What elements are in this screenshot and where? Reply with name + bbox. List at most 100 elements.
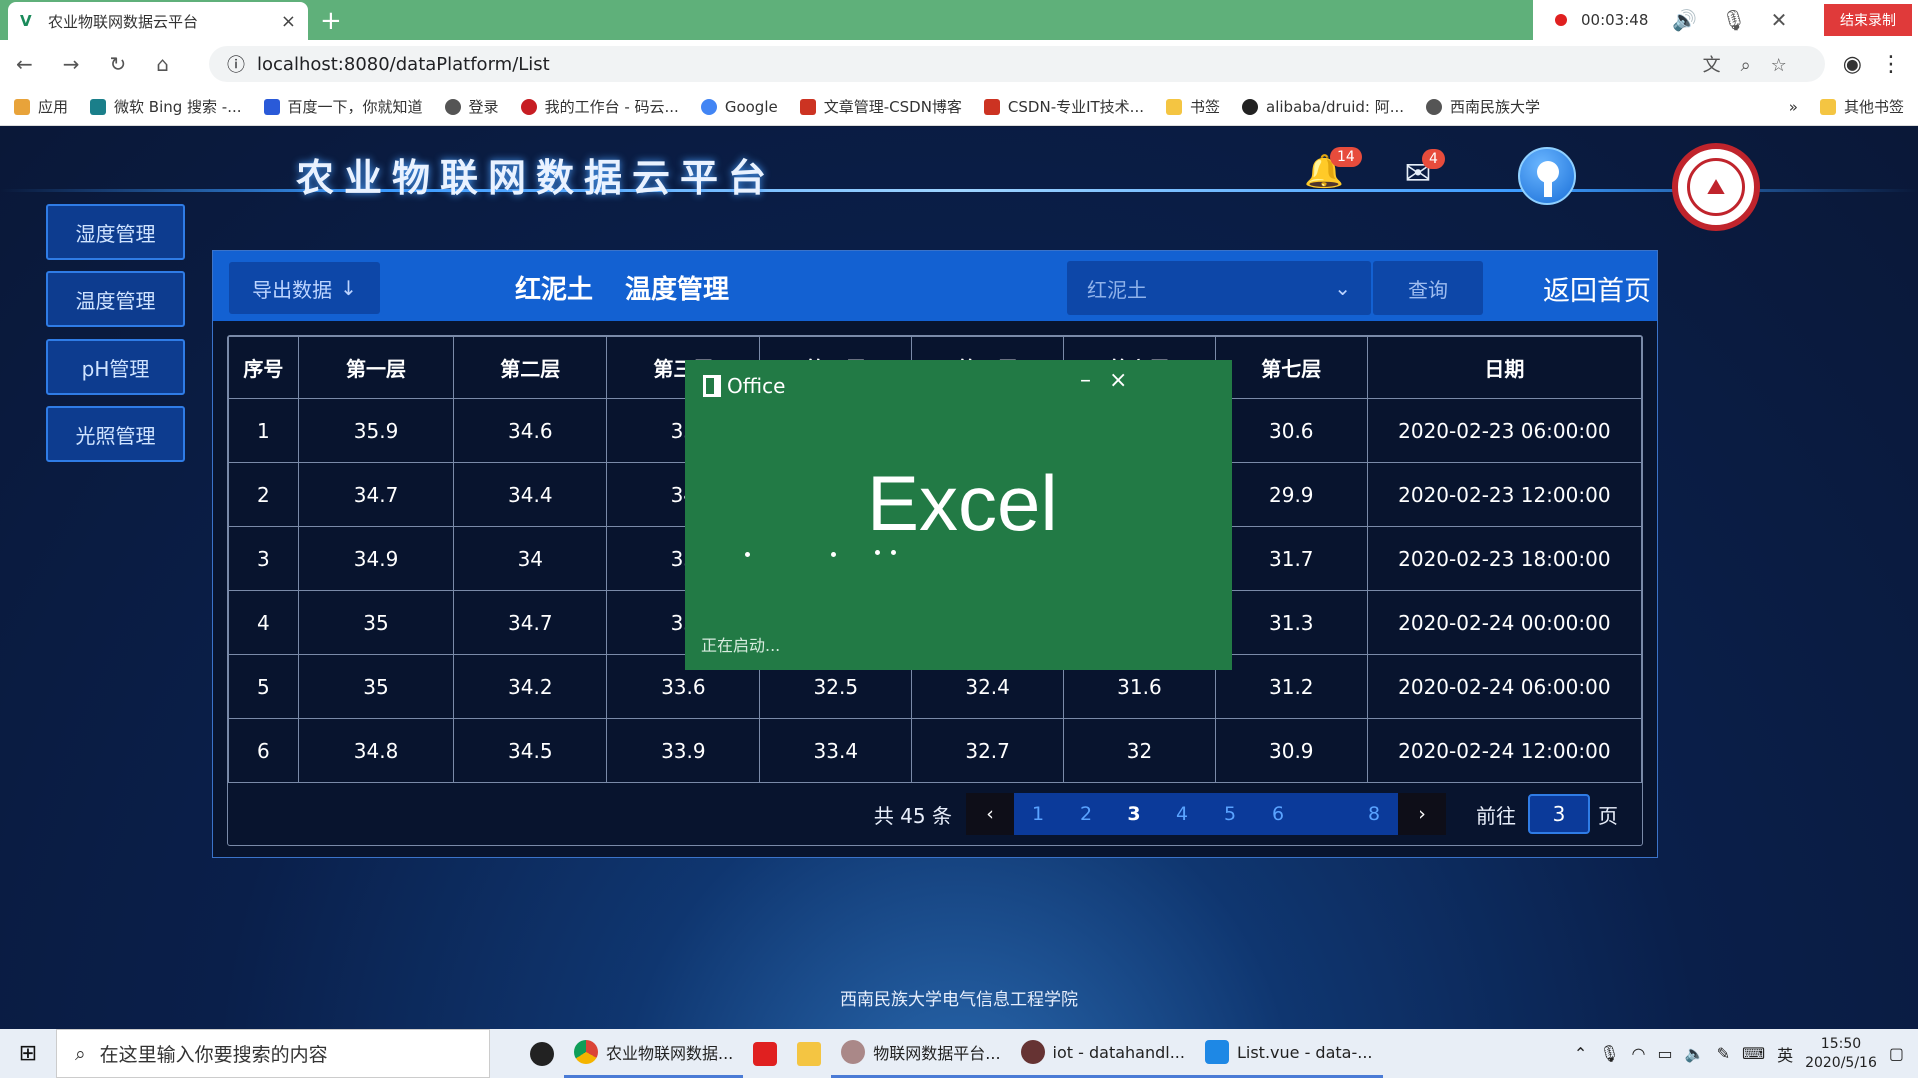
bookmark-item[interactable]: 我的工作台 - 码云... — [520, 96, 679, 117]
file-explorer-app[interactable] — [787, 1029, 831, 1078]
translate-icon[interactable]: 文 — [1703, 55, 1741, 76]
taskbar-app-idea[interactable]: iot - datahandl... — [1010, 1029, 1195, 1078]
sidebar-item-light[interactable]: 光照管理 — [46, 406, 185, 462]
tab-close-icon[interactable]: × — [281, 11, 296, 32]
system-clock[interactable]: 15:50 2020/5/16 — [1805, 1035, 1877, 1073]
table-cell: 31.3 — [1214, 590, 1368, 655]
taskbar-app-vscode[interactable]: List.vue - data-... — [1194, 1029, 1383, 1078]
zoom-icon[interactable]: ⌕ — [1741, 55, 1771, 76]
new-tab-button[interactable]: + — [320, 6, 342, 36]
bookmark-item[interactable]: 百度一下，你就知道 — [263, 96, 423, 117]
taskbar-app-iot-platform[interactable]: 物联网数据平台... — [831, 1029, 1011, 1078]
bookmark-item[interactable]: 微软 Bing 搜索 -... — [90, 96, 242, 117]
page-jump-input[interactable]: 3 — [1528, 794, 1590, 834]
page-button[interactable]: 5 — [1206, 793, 1254, 835]
microphone-icon[interactable]: 🎙 — [1599, 1044, 1619, 1063]
volume-icon[interactable]: 🔈 — [1685, 1044, 1705, 1063]
table-cell: 2020-02-23 18:00:00 — [1366, 526, 1643, 591]
close-icon[interactable]: ✕ — [1771, 8, 1788, 32]
export-data-button[interactable]: 导出数据 ↓ — [229, 262, 380, 314]
table-cell: 3 — [228, 526, 299, 591]
bookmark-item[interactable]: 西南民族大学 — [1426, 96, 1540, 117]
back-icon[interactable]: ← — [16, 52, 33, 76]
start-button[interactable]: ⊞ — [0, 1029, 56, 1078]
youdao-app[interactable] — [743, 1029, 787, 1078]
pagination: 共 45 条 ‹ 1234568 › 前往 3 页 — [228, 783, 1642, 845]
search-icon: ⌕ — [75, 1042, 86, 1065]
wifi-icon[interactable]: ◠ — [1632, 1044, 1646, 1063]
page-button[interactable]: 4 — [1158, 793, 1206, 835]
record-dot-icon — [1555, 14, 1567, 26]
avatar[interactable] — [1518, 147, 1576, 205]
sidebar-item-ph[interactable]: pH管理 — [46, 339, 185, 395]
bookmark-item[interactable]: 文章管理-CSDN博客 — [799, 96, 962, 117]
table-cell: 35.9 — [297, 398, 455, 463]
page-list: 123456 8 — [1014, 793, 1398, 835]
taskbar-app-chrome[interactable]: 农业物联网数据... — [564, 1029, 744, 1078]
page-title: 农业物联网数据云平台 — [296, 156, 777, 200]
stop-recording-button[interactable]: 结束录制 — [1824, 4, 1912, 36]
bookmark-item[interactable]: CSDN-专业IT技术... — [983, 96, 1144, 117]
minimize-button[interactable]: – — [1080, 368, 1091, 393]
forward-icon[interactable]: → — [63, 52, 80, 76]
table-cell: 34.4 — [453, 462, 608, 527]
next-page-button[interactable]: › — [1398, 793, 1446, 835]
page-button[interactable]: 3 — [1110, 793, 1158, 835]
url-actions: 文⌕☆ — [1703, 51, 1807, 77]
goto-label: 前往 — [1476, 803, 1516, 828]
home-icon[interactable]: ⌂ — [156, 52, 169, 76]
url-input[interactable]: ⓘ localhost:8080/dataPlatform/List 文⌕☆ — [209, 46, 1825, 82]
notifications-icon[interactable]: ▢ — [1889, 1044, 1904, 1063]
other-bookmarks[interactable]: 其他书签 — [1819, 96, 1904, 117]
soil-type-select[interactable]: 红泥土 ⌄ — [1067, 261, 1371, 315]
table-cell: 34.5 — [453, 718, 608, 783]
apps-grid-icon — [14, 98, 30, 115]
sidebar-item-humidity[interactable]: 湿度管理 — [46, 204, 185, 260]
mail-badge: 4 — [1422, 149, 1445, 169]
prev-page-button[interactable]: ‹ — [966, 793, 1014, 835]
page-unit-label: 页 — [1598, 803, 1618, 828]
ime-indicator[interactable]: 英 — [1777, 1042, 1793, 1066]
bookmark-item[interactable]: 应用 — [14, 96, 68, 117]
office-logo-icon — [703, 375, 721, 397]
info-icon[interactable]: ⓘ — [227, 51, 245, 77]
pen-icon[interactable]: ✎ — [1717, 1044, 1730, 1063]
battery-icon[interactable]: ▭ — [1658, 1044, 1673, 1063]
account-icon[interactable]: ◉ — [1843, 52, 1862, 77]
reload-icon[interactable]: ↻ — [110, 52, 127, 76]
page-button[interactable] — [1302, 793, 1350, 835]
vscode-icon — [1204, 1040, 1229, 1064]
page-button[interactable]: 8 — [1350, 793, 1398, 835]
table-cell: 34.9 — [297, 526, 455, 591]
microphone-icon[interactable]: 🎙 — [1721, 8, 1746, 32]
keyboard-icon[interactable]: ⌨ — [1742, 1044, 1765, 1063]
close-button[interactable]: × — [1109, 368, 1127, 393]
star-icon[interactable]: ☆ — [1771, 55, 1807, 76]
table-cell: 30.6 — [1214, 398, 1368, 463]
table-cell: 1 — [228, 398, 299, 463]
page-button[interactable]: 2 — [1062, 793, 1110, 835]
back-home-link[interactable]: 返回首页 — [1543, 269, 1651, 308]
speaker-icon[interactable]: 🔊 — [1672, 8, 1697, 32]
page-button[interactable]: 1 — [1014, 793, 1062, 835]
menu-icon[interactable]: ⋮ — [1880, 52, 1902, 77]
table-cell: 2020-02-24 12:00:00 — [1366, 718, 1643, 783]
bookmark-item[interactable]: 登录 — [444, 96, 499, 117]
download-icon: ↓ — [340, 276, 357, 300]
chevron-up-icon[interactable]: ⌃ — [1574, 1044, 1587, 1063]
query-button[interactable]: 查询 — [1373, 261, 1483, 315]
page-button[interactable]: 6 — [1254, 793, 1302, 835]
bookmarks-overflow-button[interactable]: » — [1789, 98, 1798, 116]
bookmark-item[interactable]: alibaba/druid: 阿... — [1242, 96, 1404, 117]
table-cell: 35 — [297, 590, 455, 655]
bookmark-item[interactable]: Google — [700, 98, 778, 116]
record-timer: 00:03:48 — [1581, 11, 1649, 29]
table-cell: 2020-02-24 06:00:00 — [1366, 654, 1643, 719]
browser-tab[interactable]: V 农业物联网数据云平台 × — [8, 2, 308, 40]
qq-app[interactable] — [520, 1029, 564, 1078]
taskbar-search[interactable]: ⌕ 在这里输入你要搜索的内容 — [56, 1029, 490, 1078]
bookmark-item[interactable]: 书签 — [1166, 96, 1220, 117]
office-brand: Office — [727, 374, 786, 398]
bing-icon — [90, 98, 107, 115]
sidebar-item-temperature[interactable]: 温度管理 — [46, 271, 185, 327]
